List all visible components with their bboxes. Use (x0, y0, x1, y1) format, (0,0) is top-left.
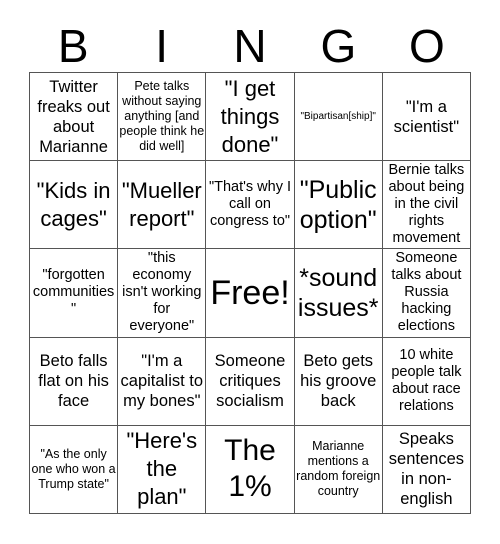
cell-text: "this economy isn't working for everyone… (122, 250, 202, 335)
bingo-cell[interactable]: Speaks sentences in non-english (382, 425, 471, 514)
cell-text: "Here's the plan" (126, 428, 198, 510)
cell-text: "Public option" (299, 175, 377, 234)
bingo-cell[interactable]: "Kids in cages" (30, 161, 119, 250)
bingo-cell[interactable]: 10 white people talk about race relation… (382, 337, 471, 426)
cell-text: Twitter freaks out about Marianne (37, 77, 110, 156)
header-letter-b: B (57, 20, 89, 72)
cell-text: "Kids in cages" (36, 177, 111, 231)
bingo-cell[interactable]: Pete talks without saying anything [and … (118, 73, 207, 162)
cell-text: The 1% (224, 434, 276, 504)
free-space-cell[interactable]: Free! (206, 249, 295, 338)
cell-text: 10 white people talk about race relation… (391, 347, 462, 415)
bingo-cell[interactable]: Someone talks about Russia hacking elect… (382, 249, 471, 338)
bingo-cell[interactable]: "I'm a scientist" (382, 73, 471, 162)
bingo-cell[interactable]: "Here's the plan" (118, 425, 207, 514)
cell-text: "I'm a scientist" (393, 97, 460, 136)
cell-text: "Mueller report" (121, 177, 202, 231)
header-letter-o: O (408, 20, 445, 72)
bingo-cell[interactable]: "That's why I call on congress to" (206, 161, 295, 250)
cell-text: "forgotten communities" (32, 267, 115, 318)
bingo-cell[interactable]: "Mueller report" (118, 161, 207, 250)
bingo-cell[interactable]: The 1% (206, 425, 295, 514)
bingo-cell[interactable]: Bernie talks about being in the civil ri… (382, 161, 471, 250)
header-letter-i: I (155, 20, 168, 72)
cell-text: Someone talks about Russia hacking elect… (391, 250, 462, 335)
cell-text: Marianne mentions a random foreign count… (296, 439, 381, 499)
header-letter-n: N (233, 20, 267, 72)
cell-text: "That's why I call on congress to" (208, 179, 292, 230)
bingo-cell[interactable]: "I'm a capitalist to my bones" (118, 337, 207, 426)
cell-text: "I get things done" (220, 75, 280, 157)
cell-text: Bernie talks about being in the civil ri… (388, 162, 465, 247)
cell-text: "I'm a capitalist to my bones" (120, 352, 204, 411)
cell-text: Beto falls flat on his face (38, 352, 109, 411)
bingo-cell[interactable]: "this economy isn't working for everyone… (118, 249, 207, 338)
cell-text: Beto gets his groove back (300, 352, 377, 411)
cell-text: "Bipartisan[ship]" (300, 110, 376, 122)
bingo-cell[interactable]: Twitter freaks out about Marianne (30, 73, 119, 162)
cell-text: Pete talks without saying anything [and … (119, 79, 205, 154)
bingo-cell[interactable]: "forgotten communities" (30, 249, 119, 338)
bingo-cell[interactable]: "I get things done" (206, 73, 295, 162)
cell-text: *sound issues* (297, 263, 379, 322)
bingo-cell[interactable]: *sound issues* (294, 249, 383, 338)
free-space-text: Free! (210, 273, 290, 312)
bingo-header: B I N G O (29, 20, 471, 72)
bingo-cell[interactable]: Someone critiques socialism (206, 337, 295, 426)
bingo-cell[interactable]: "As the only one who won a Trump state" (30, 425, 119, 514)
bingo-cell[interactable]: Beto falls flat on his face (30, 337, 119, 426)
bingo-cell[interactable]: Marianne mentions a random foreign count… (294, 425, 383, 514)
bingo-card-grid: Twitter freaks out about Marianne Pete t… (29, 72, 471, 514)
header-letter-g: G (320, 20, 357, 72)
cell-text: "As the only one who won a Trump state" (31, 446, 116, 491)
cell-text: Someone critiques socialism (214, 352, 286, 411)
bingo-cell[interactable]: Beto gets his groove back (294, 337, 383, 426)
bingo-cell[interactable]: "Public option" (294, 161, 383, 250)
bingo-cell[interactable]: "Bipartisan[ship]" (294, 73, 383, 162)
cell-text: Speaks sentences in non-english (388, 430, 464, 509)
